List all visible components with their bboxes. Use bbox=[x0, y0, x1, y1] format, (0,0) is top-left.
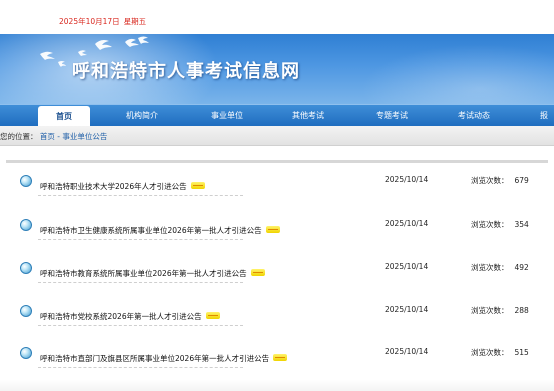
nav-item-exam-news[interactable]: 考试动态 bbox=[458, 105, 490, 127]
globe-bullet-icon bbox=[20, 305, 32, 317]
nav-item-home[interactable]: 首页 bbox=[38, 106, 90, 127]
nav-item-about[interactable]: 机构简介 bbox=[126, 105, 158, 127]
new-badge-icon bbox=[273, 353, 288, 361]
nav-item-partial[interactable]: 报 bbox=[540, 105, 548, 127]
notice-date: 2025/10/14 bbox=[385, 219, 429, 228]
new-badge-icon bbox=[190, 181, 205, 189]
site-title: 呼和浩特市人事考试信息网 bbox=[72, 61, 300, 82]
row-divider bbox=[38, 195, 243, 196]
breadcrumb-separator: - bbox=[57, 132, 60, 141]
breadcrumb-home-link[interactable]: 首页 bbox=[40, 132, 55, 141]
nav-item-other-exams[interactable]: 其他考试 bbox=[292, 105, 324, 127]
list-item: 呼和浩特市卫生健康系统所属事业单位2026年第一批人才引进公告 2025/10/… bbox=[0, 219, 554, 263]
list-item: 呼和浩特市党校系统2026年第一批人才引进公告 2025/10/14 浏览次数：… bbox=[0, 305, 554, 349]
notice-title-link[interactable]: 呼和浩特市卫生健康系统所属事业单位2026年第一批人才引进公告 bbox=[40, 225, 280, 236]
notice-date: 2025/10/14 bbox=[385, 262, 429, 271]
notice-title-link[interactable]: 呼和浩特市党校系统2026年第一批人才引进公告 bbox=[40, 311, 220, 322]
notice-title-link[interactable]: 呼和浩特市直部门及旗县区所属事业单位2026年第一批人才引进公告 bbox=[40, 353, 288, 364]
row-divider bbox=[38, 282, 243, 283]
breadcrumb-current[interactable]: 事业单位公告 bbox=[62, 132, 107, 141]
list-item: 呼和浩特市教育系统所属事业单位2026年第一批人才引进公告 2025/10/14… bbox=[0, 262, 554, 306]
notice-date: 2025/10/14 bbox=[385, 347, 429, 356]
breadcrumb-bar: 您的位置： 首页 - 事业单位公告 bbox=[0, 126, 554, 146]
notice-views: 浏览次数： 288 bbox=[471, 306, 529, 315]
globe-bullet-icon bbox=[20, 262, 32, 274]
nav-item-public-institutions[interactable]: 事业单位 bbox=[211, 105, 243, 127]
list-top-border bbox=[6, 160, 548, 163]
notice-views: 浏览次数： 515 bbox=[471, 348, 529, 357]
notice-title-link[interactable]: 呼和浩特市教育系统所属事业单位2026年第一批人才引进公告 bbox=[40, 268, 265, 279]
globe-bullet-icon bbox=[20, 175, 32, 187]
current-date: 2025年10月17日 星期五 bbox=[59, 16, 146, 27]
new-badge-icon bbox=[250, 268, 265, 276]
notice-views: 浏览次数： 354 bbox=[471, 220, 529, 229]
new-badge-icon bbox=[265, 225, 280, 233]
bottom-fade bbox=[0, 380, 554, 391]
row-divider bbox=[38, 239, 243, 240]
date-text: 2025年10月17日 bbox=[59, 17, 120, 26]
list-item: 呼和浩特职业技术大学2026年人才引进公告 2025/10/14 浏览次数： 67… bbox=[0, 175, 554, 219]
notice-date: 2025/10/14 bbox=[385, 305, 429, 314]
main-nav: 首页 机构简介 事业单位 其他考试 专题考试 考试动态 报 bbox=[0, 104, 554, 127]
row-divider bbox=[38, 367, 243, 368]
new-badge-icon bbox=[205, 311, 220, 319]
breadcrumb: 您的位置： 首页 - 事业单位公告 bbox=[0, 131, 107, 142]
site-banner: 呼和浩特市人事考试信息网 bbox=[0, 34, 554, 104]
notice-views: 浏览次数： 492 bbox=[471, 263, 529, 272]
weekday-text: 星期五 bbox=[123, 17, 147, 26]
globe-bullet-icon bbox=[20, 219, 32, 231]
row-divider bbox=[38, 325, 243, 326]
notice-title-link[interactable]: 呼和浩特职业技术大学2026年人才引进公告 bbox=[40, 181, 205, 192]
breadcrumb-prefix: 您的位置： bbox=[0, 132, 38, 141]
top-date-bar: 2025年10月17日 星期五 bbox=[0, 0, 554, 34]
globe-bullet-icon bbox=[20, 347, 32, 359]
nav-item-special-exams[interactable]: 专题考试 bbox=[376, 105, 408, 127]
notice-date: 2025/10/14 bbox=[385, 175, 429, 184]
notice-views: 浏览次数： 679 bbox=[471, 176, 529, 185]
